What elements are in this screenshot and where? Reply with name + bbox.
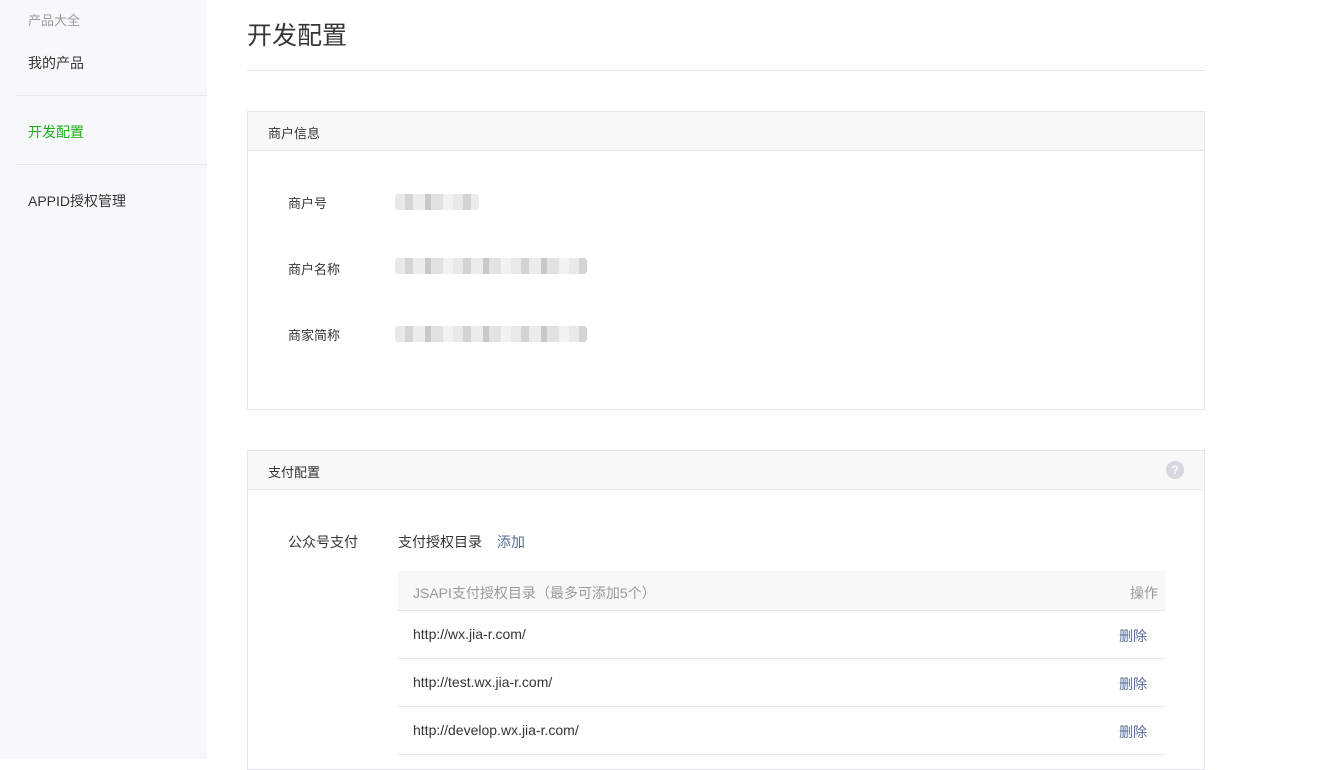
merchant-name-label: 商户名称 — [288, 262, 341, 277]
sidebar-divider — [16, 164, 207, 165]
merchant-info-title: 商户信息 — [268, 126, 321, 141]
merchant-name-value-redacted — [395, 258, 587, 274]
table-row: http://develop.wx.jia-r.com/ 删除 — [398, 707, 1165, 755]
merchant-info-header: 商户信息 — [248, 112, 1204, 151]
delete-link[interactable]: 删除 — [1119, 674, 1147, 694]
pay-config-panel: 支付配置 ? 公众号支付 支付授权目录 添加 JSAPI支付授权目录（最多可添加… — [247, 450, 1205, 770]
merchant-id-label: 商户号 — [288, 196, 328, 211]
merchant-short-name-label: 商家简称 — [288, 328, 341, 343]
title-divider — [247, 70, 1205, 71]
sidebar-divider — [16, 95, 207, 96]
jsapi-pay-label: 公众号支付 — [288, 534, 358, 550]
sidebar-item-appid-auth[interactable]: APPID授权管理 — [28, 191, 126, 211]
dir-url: http://wx.jia-r.com/ — [413, 626, 526, 642]
merchant-short-name-value-redacted — [395, 326, 587, 342]
pay-config-header: 支付配置 ? — [248, 451, 1204, 490]
pay-dir-table: JSAPI支付授权目录（最多可添加5个） 操作 http://wx.jia-r.… — [398, 571, 1165, 755]
sidebar-item-my-products[interactable]: 我的产品 — [28, 53, 84, 73]
delete-link[interactable]: 删除 — [1119, 722, 1147, 742]
delete-link[interactable]: 删除 — [1119, 626, 1147, 646]
sidebar-item-dev-config[interactable]: 开发配置 — [28, 122, 84, 142]
pay-config-title: 支付配置 — [268, 465, 321, 480]
question-circle-icon[interactable]: ? — [1166, 461, 1184, 479]
merchant-info-panel: 商户信息 商户号 商户名称 商家简称 — [247, 111, 1205, 410]
dir-url: http://test.wx.jia-r.com/ — [413, 674, 553, 690]
sidebar-category-title: 产品大全 — [28, 13, 81, 28]
add-dir-link[interactable]: 添加 — [497, 532, 525, 552]
table-header: JSAPI支付授权目录（最多可添加5个） 操作 — [398, 571, 1165, 611]
merchant-id-value-redacted — [395, 194, 479, 210]
pay-dir-label: 支付授权目录 — [398, 534, 482, 550]
page-title: 开发配置 — [247, 22, 348, 50]
sidebar: 产品大全 我的产品 开发配置 APPID授权管理 — [0, 0, 207, 759]
column-header-action: 操作 — [1130, 585, 1158, 601]
dir-url: http://develop.wx.jia-r.com/ — [413, 722, 579, 738]
column-header-dir: JSAPI支付授权目录（最多可添加5个） — [413, 585, 656, 601]
table-row: http://test.wx.jia-r.com/ 删除 — [398, 659, 1165, 707]
table-row: http://wx.jia-r.com/ 删除 — [398, 611, 1165, 659]
